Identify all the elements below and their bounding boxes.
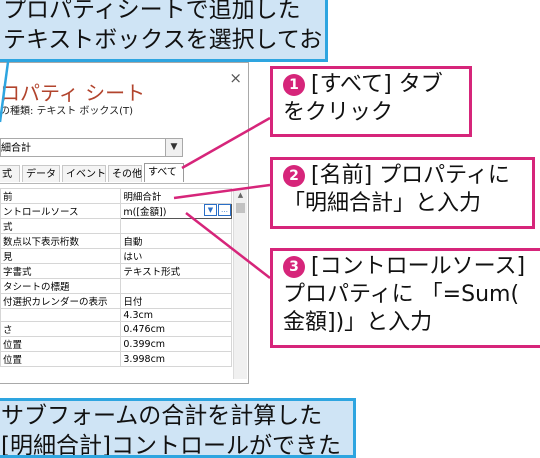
- bottom-callout-line1: サブフォームの合計を計算した: [1, 403, 323, 429]
- step3-line2: プロパティに 「=Sum(: [283, 282, 520, 307]
- step1-line1: [すべて] タブ: [311, 72, 443, 97]
- step2-line1: [名前] プロパティに: [311, 163, 510, 188]
- step3-line3: 金額])」と入力: [283, 310, 433, 335]
- step3-number-badge: 3: [283, 256, 305, 278]
- step1-connector-line: [181, 116, 271, 170]
- step1-callout: 1 [すべて] タブ をクリック: [270, 66, 472, 137]
- step3-callout: 3 [コントロールソース] プロパティに 「=Sum( 金額])」と入力: [270, 248, 540, 348]
- step2-connector-line: [173, 183, 271, 200]
- bottom-callout-line2: [明細合計]コントロールができた: [1, 433, 341, 458]
- step2-callout: 2 [名前] プロパティに 「明細合計」と入力: [270, 157, 535, 229]
- step1-line2: をクリック: [283, 100, 394, 125]
- top-connector-line: [0, 61, 10, 123]
- step3-line1: [コントロールソース]: [311, 254, 526, 279]
- step1-number-badge: 1: [283, 74, 305, 96]
- step3-connector-line: [185, 212, 271, 279]
- step2-line2: 「明細合計」と入力: [283, 191, 482, 216]
- bottom-callout: サブフォームの合計を計算した [明細合計]コントロールができた: [0, 398, 356, 458]
- step2-number-badge: 2: [283, 165, 305, 187]
